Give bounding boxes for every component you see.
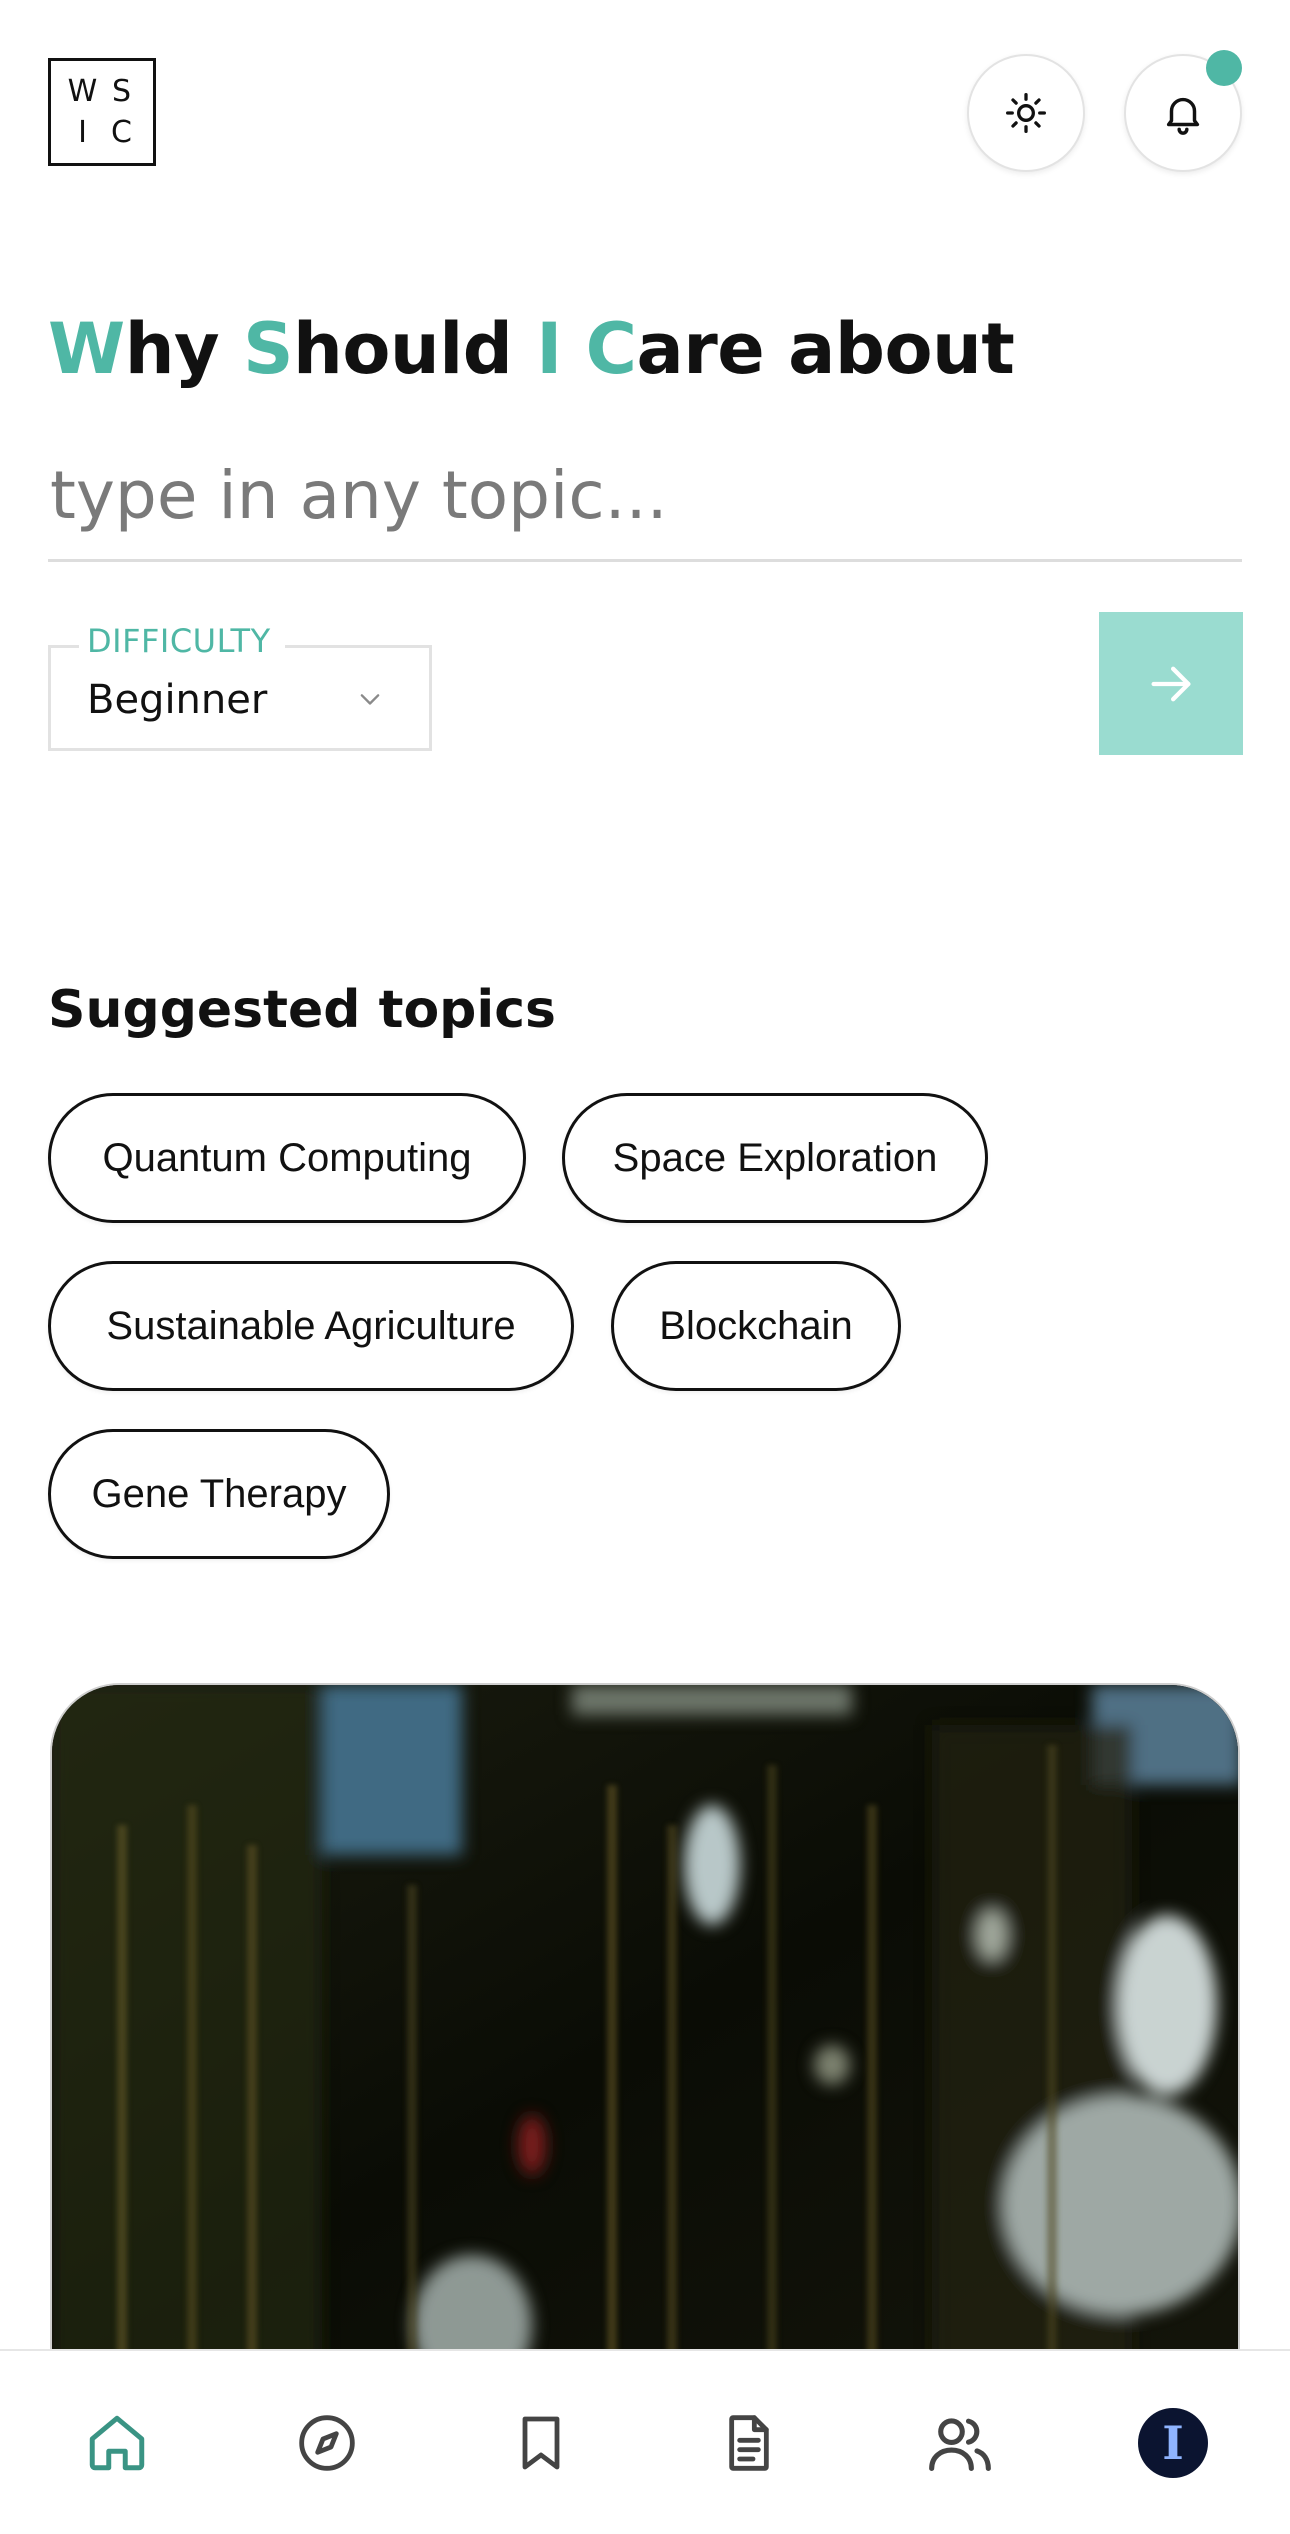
topic-chip-sustainable-agriculture[interactable]: Sustainable Agriculture — [48, 1261, 574, 1391]
headline-accent-i: I — [536, 308, 562, 390]
headline-accent-c: C — [585, 308, 637, 390]
nav-explore[interactable] — [287, 2403, 367, 2483]
difficulty-value: Beginner — [87, 677, 268, 723]
headline-accent-w: W — [48, 308, 125, 390]
nav-profile[interactable]: I — [1133, 2403, 1213, 2483]
bell-icon — [1166, 97, 1200, 135]
featured-image — [52, 1685, 1238, 2381]
topic-chip-quantum-computing[interactable]: Quantum Computing — [48, 1093, 526, 1223]
headline-accent-s: S — [243, 308, 293, 390]
topic-input[interactable] — [48, 432, 1242, 562]
bottom-navigation: I — [0, 2349, 1290, 2534]
headline-text-are-about: are about — [636, 308, 1015, 390]
sun-icon — [1006, 93, 1046, 133]
notifications-button[interactable] — [1124, 50, 1242, 172]
featured-image-card[interactable] — [50, 1683, 1240, 2383]
headline-text-hould: hould — [292, 308, 537, 390]
logo-letter-s: S — [111, 73, 132, 109]
theme-toggle-button[interactable] — [967, 54, 1085, 172]
nav-documents[interactable] — [709, 2403, 789, 2483]
submit-topic-button[interactable] — [1099, 612, 1243, 755]
notification-dot — [1206, 50, 1242, 86]
chevron-down-icon — [360, 694, 380, 705]
topic-chip-space-exploration[interactable]: Space Exploration — [562, 1093, 988, 1223]
home-icon — [89, 2415, 145, 2471]
nav-bookmarks[interactable] — [501, 2403, 581, 2483]
compass-icon — [299, 2415, 355, 2471]
logo-letter-c: C — [111, 114, 132, 150]
arrow-right-icon — [1151, 666, 1191, 701]
avatar-letter: I — [1162, 2416, 1184, 2470]
profile-avatar: I — [1138, 2408, 1208, 2478]
difficulty-select[interactable]: DIFFICULTY Beginner — [48, 622, 432, 751]
headline-text-hy: hy — [124, 308, 244, 390]
topic-chip-gene-therapy[interactable]: Gene Therapy — [48, 1429, 390, 1559]
wsic-logo[interactable]: W S I C — [48, 58, 156, 166]
nav-community[interactable] — [920, 2403, 1000, 2483]
headline-space — [562, 308, 586, 390]
page-headline: Why Should I Care about — [48, 308, 1015, 390]
document-icon — [729, 2415, 769, 2471]
suggested-topics-heading: Suggested topics — [48, 980, 556, 1040]
users-icon — [929, 2418, 991, 2472]
bookmark-icon — [522, 2416, 560, 2470]
app-page: W S I C Why Should I Care about DIFFICUL — [0, 0, 1290, 2534]
difficulty-label: DIFFICULTY — [79, 622, 285, 660]
logo-letter-i: I — [78, 114, 87, 150]
topic-chip-blockchain[interactable]: Blockchain — [611, 1261, 901, 1391]
logo-letter-w: W — [67, 73, 98, 109]
nav-home[interactable] — [77, 2403, 157, 2483]
